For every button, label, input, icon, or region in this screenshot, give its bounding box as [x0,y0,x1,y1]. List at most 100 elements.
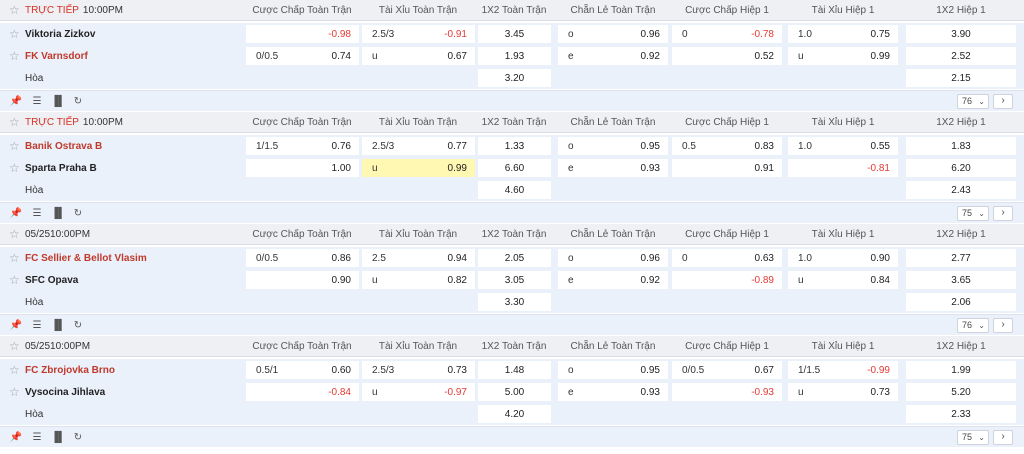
star-icon[interactable]: ☆ [9,364,20,376]
odds-cell-oe[interactable]: e 0.93 [558,159,668,177]
odds-cell-x12[interactable]: 1.33 [478,137,551,155]
team-name[interactable]: FC Sellier & Bellot Vlasim [25,253,147,264]
pin-icon[interactable]: 📌 [9,207,23,220]
odds-cell-ou1[interactable]: -0.81 [788,159,898,177]
odds-cell-oe[interactable]: o 0.95 [558,137,668,155]
refresh-icon[interactable]: ↻ [71,431,85,444]
odds-cell-hc[interactable]: -0.84 [246,383,359,401]
odds-cell-hc[interactable]: 1.00 [246,159,359,177]
refresh-icon[interactable]: ↻ [71,95,85,108]
star-icon[interactable]: ☆ [9,50,20,62]
odds-cell-x121[interactable]: 1.99 [906,361,1016,379]
odds-cell-x121[interactable]: 5.20 [906,383,1016,401]
odds-cell-ou1[interactable]: u 0.84 [788,271,898,289]
list-icon[interactable]: ☰ [30,95,44,108]
odds-cell-ou[interactable]: u 0.67 [362,47,475,65]
odds-cell-hc1[interactable]: 0 0.63 [672,249,782,267]
odds-cell-ou1[interactable]: 1/1.5 -0.99 [788,361,898,379]
odds-cell-x12[interactable]: 5.00 [478,383,551,401]
star-icon[interactable]: ☆ [9,28,20,40]
odds-cell-hc[interactable]: 0/0.5 0.86 [246,249,359,267]
odds-cell-ou[interactable]: u 0.99 [362,159,475,177]
odds-cell-x12[interactable]: 1.93 [478,47,551,65]
odds-cell-oe[interactable]: e 0.93 [558,383,668,401]
odds-cell-ou[interactable]: 2.5/3 -0.91 [362,25,475,43]
odds-cell-draw-x12[interactable]: 3.20 [478,69,551,87]
odds-cell-hc1[interactable]: -0.89 [672,271,782,289]
odds-cell-oe[interactable]: e 0.92 [558,47,668,65]
list-icon[interactable]: ☰ [30,431,44,444]
chevron-right-icon[interactable]: › [993,206,1013,221]
odds-cell-hc[interactable]: -0.98 [246,25,359,43]
odds-cell-ou1[interactable]: u 0.99 [788,47,898,65]
star-icon[interactable]: ☆ [9,116,20,128]
bar-chart-icon[interactable]: ▐▌ [51,95,65,108]
pin-icon[interactable]: 📌 [9,431,23,444]
odds-cell-draw-x121[interactable]: 2.15 [906,69,1016,87]
markets-select[interactable]: 75 ⌄ [957,206,989,221]
list-icon[interactable]: ☰ [30,207,44,220]
star-icon[interactable]: ☆ [9,4,20,16]
markets-select[interactable]: 76 ⌄ [957,94,989,109]
odds-cell-hc[interactable]: 0/0.5 0.74 [246,47,359,65]
odds-cell-draw-x121[interactable]: 2.43 [906,181,1016,199]
markets-select[interactable]: 76 ⌄ [957,318,989,333]
chevron-right-icon[interactable]: › [993,318,1013,333]
odds-cell-ou[interactable]: 2.5 0.94 [362,249,475,267]
star-icon[interactable]: ☆ [9,228,20,240]
odds-cell-hc1[interactable]: 0.91 [672,159,782,177]
odds-cell-ou[interactable]: u 0.82 [362,271,475,289]
refresh-icon[interactable]: ↻ [71,319,85,332]
odds-cell-hc[interactable]: 0.90 [246,271,359,289]
markets-select[interactable]: 75 ⌄ [957,430,989,445]
odds-cell-x121[interactable]: 1.83 [906,137,1016,155]
odds-cell-draw-x121[interactable]: 2.33 [906,405,1016,423]
odds-cell-oe[interactable]: o 0.96 [558,249,668,267]
star-icon[interactable]: ☆ [9,386,20,398]
odds-cell-x12[interactable]: 3.45 [478,25,551,43]
odds-cell-hc1[interactable]: -0.93 [672,383,782,401]
odds-cell-draw-x12[interactable]: 4.20 [478,405,551,423]
odds-cell-x12[interactable]: 1.48 [478,361,551,379]
team-name[interactable]: Sparta Praha B [25,163,97,174]
team-name[interactable]: Vysocina Jihlava [25,387,105,398]
odds-cell-ou1[interactable]: 1.0 0.90 [788,249,898,267]
odds-cell-ou[interactable]: u -0.97 [362,383,475,401]
odds-cell-hc1[interactable]: 0 -0.78 [672,25,782,43]
bar-chart-icon[interactable]: ▐▌ [51,207,65,220]
odds-cell-hc[interactable]: 0.5/1 0.60 [246,361,359,379]
odds-cell-x12[interactable]: 3.05 [478,271,551,289]
team-name[interactable]: FK Varnsdorf [25,51,88,62]
odds-cell-oe[interactable]: e 0.92 [558,271,668,289]
odds-cell-draw-x12[interactable]: 4.60 [478,181,551,199]
odds-cell-hc[interactable]: 1/1.5 0.76 [246,137,359,155]
odds-cell-x12[interactable]: 6.60 [478,159,551,177]
odds-cell-x121[interactable]: 3.90 [906,25,1016,43]
list-icon[interactable]: ☰ [30,319,44,332]
odds-cell-draw-x121[interactable]: 2.06 [906,293,1016,311]
odds-cell-ou[interactable]: 2.5/3 0.77 [362,137,475,155]
chevron-right-icon[interactable]: › [993,430,1013,445]
bar-chart-icon[interactable]: ▐▌ [51,431,65,444]
star-icon[interactable]: ☆ [9,274,20,286]
odds-cell-x12[interactable]: 2.05 [478,249,551,267]
odds-cell-hc1[interactable]: 0.52 [672,47,782,65]
odds-cell-x121[interactable]: 2.77 [906,249,1016,267]
odds-cell-ou1[interactable]: 1.0 0.75 [788,25,898,43]
odds-cell-ou1[interactable]: u 0.73 [788,383,898,401]
odds-cell-x121[interactable]: 6.20 [906,159,1016,177]
odds-cell-oe[interactable]: o 0.95 [558,361,668,379]
bar-chart-icon[interactable]: ▐▌ [51,319,65,332]
team-name[interactable]: FC Zbrojovka Brno [25,365,115,376]
star-icon[interactable]: ☆ [9,340,20,352]
chevron-right-icon[interactable]: › [993,94,1013,109]
pin-icon[interactable]: 📌 [9,319,23,332]
star-icon[interactable]: ☆ [9,252,20,264]
odds-cell-hc1[interactable]: 0.5 0.83 [672,137,782,155]
star-icon[interactable]: ☆ [9,162,20,174]
team-name[interactable]: Banik Ostrava B [25,141,102,152]
odds-cell-ou1[interactable]: 1.0 0.55 [788,137,898,155]
refresh-icon[interactable]: ↻ [71,207,85,220]
odds-cell-oe[interactable]: o 0.96 [558,25,668,43]
odds-cell-ou[interactable]: 2.5/3 0.73 [362,361,475,379]
